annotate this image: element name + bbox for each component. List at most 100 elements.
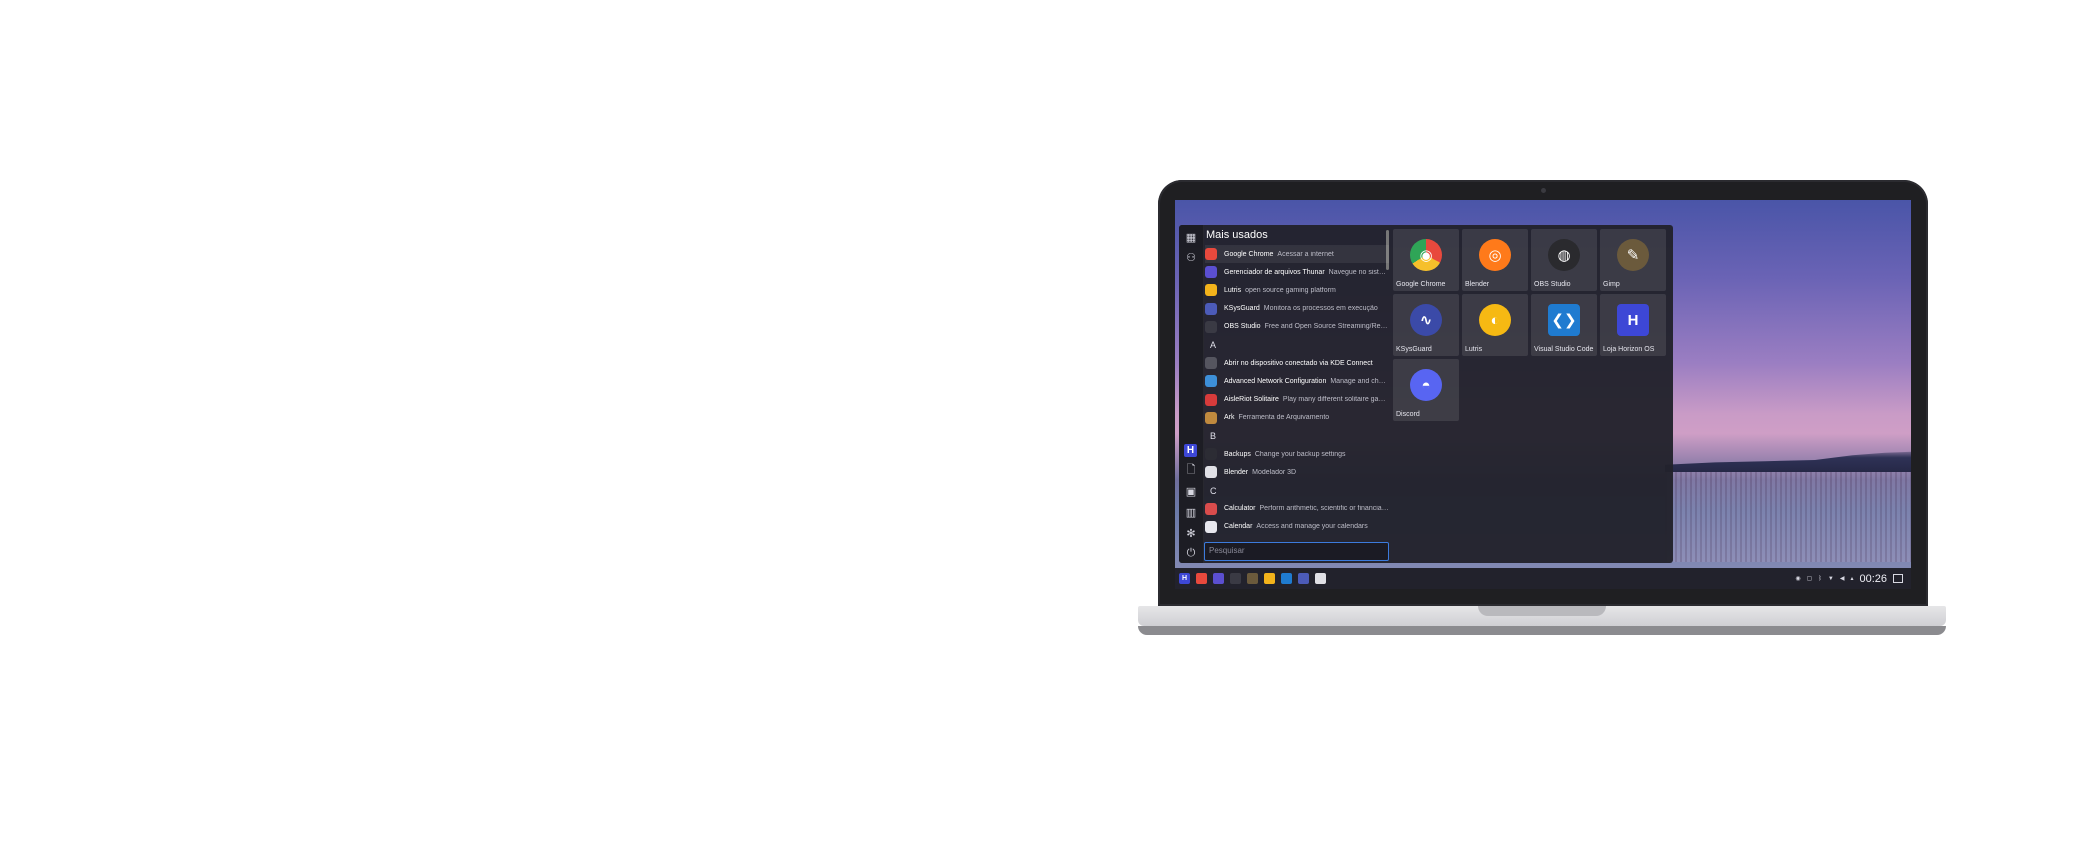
calendar-icon: [1205, 520, 1217, 533]
document-icon[interactable]: 🗋: [1183, 462, 1199, 478]
tile-label: Blender: [1465, 281, 1490, 288]
list-item-description: Ferramenta de Arquivamento: [1238, 414, 1330, 422]
tile-label: Discord: [1396, 411, 1420, 418]
tile-label: Gimp: [1603, 281, 1620, 288]
obs-icon: ◍: [1548, 239, 1580, 271]
camera-dot: [1541, 188, 1546, 193]
list-item[interactable]: Abrir no dispositivo conectado via KDE C…: [1205, 354, 1389, 372]
blender-icon: ◎: [1479, 239, 1511, 271]
gimp-icon: ✎: [1617, 239, 1649, 271]
chrome-icon[interactable]: [1196, 573, 1207, 584]
settings-icon[interactable]: ✻: [1183, 525, 1199, 541]
chart-icon[interactable]: ▥: [1183, 504, 1199, 520]
letter-header: C: [1210, 485, 1217, 496]
image-icon[interactable]: ▣: [1183, 483, 1199, 499]
app-tile[interactable]: ∿ KSysGuard: [1393, 294, 1459, 356]
list-item[interactable]: Calendar Access and manage your calendars: [1205, 518, 1389, 536]
app-tile[interactable]: ◐ Lutris: [1462, 294, 1528, 356]
list-item[interactable]: Lutris open source gaming platform: [1205, 281, 1389, 299]
app-tile[interactable]: ✎ Gimp: [1600, 229, 1666, 291]
tile-label: Loja Horizon OS: [1603, 346, 1655, 353]
list-item-description: Monitora os processos em execução: [1263, 305, 1378, 313]
backups-icon: [1205, 448, 1217, 461]
app-tile[interactable]: ◉ Google Chrome: [1393, 229, 1459, 291]
laptop-base-bottom: [1138, 626, 1946, 635]
ksysguard-icon: ∿: [1410, 304, 1442, 336]
letter-header: B: [1210, 430, 1217, 441]
app-tile[interactable]: ◎ Blender: [1462, 229, 1528, 291]
obs-icon: [1205, 320, 1217, 333]
blender-icon: [1205, 466, 1217, 479]
list-item[interactable]: OBS Studio Free and Open Source Streaming…: [1205, 318, 1389, 336]
list-item-name: Google Chrome: [1224, 250, 1274, 258]
list-item-name: Ark: [1224, 414, 1235, 422]
tile-label: Lutris: [1465, 346, 1483, 353]
vscode-icon[interactable]: [1281, 573, 1292, 584]
tile-label: KSysGuard: [1396, 346, 1432, 353]
list-item[interactable]: Blender Modelador 3D: [1205, 463, 1389, 481]
list-item-name: Blender: [1224, 468, 1249, 476]
list-item-description: Manage and change network connections: [1330, 377, 1389, 385]
list-item[interactable]: Backups Change your backup settings: [1205, 445, 1389, 463]
clipboard-icon[interactable]: ▢: [1807, 575, 1813, 582]
volume-icon[interactable]: ◀: [1840, 575, 1845, 582]
list-item[interactable]: Gerenciador de arquivos Thunar Navegue no…: [1205, 263, 1389, 281]
chrome-icon: [1205, 248, 1217, 261]
expand-icon[interactable]: ▴: [1850, 575, 1853, 582]
lutris-icon[interactable]: [1264, 573, 1275, 584]
kdeconnect-icon: [1205, 357, 1217, 370]
chrome-icon: ◉: [1410, 239, 1442, 271]
obs-icon[interactable]: [1230, 573, 1241, 584]
list-item-description: Access and manage your calendars: [1256, 523, 1368, 531]
section-title: Mais usados: [1206, 229, 1268, 241]
bluetooth-icon[interactable]: ᛒ: [1818, 576, 1822, 582]
people-icon[interactable]: ⚇: [1183, 249, 1199, 265]
list-item-name: AisleRiot Solitaire: [1224, 396, 1279, 404]
list-item-name: Calculator: [1224, 505, 1256, 513]
search-input[interactable]: Pesquisar: [1204, 542, 1389, 561]
list-item-description: Modelador 3D: [1252, 468, 1297, 476]
kdeconnect-icon[interactable]: [1315, 573, 1326, 584]
gimp-icon[interactable]: [1247, 573, 1258, 584]
laptop-base: [1138, 606, 1946, 626]
app-list: Google Chrome Acessar a internet Gerenciad…: [1205, 245, 1389, 536]
launcher-side-rail: ▦ ⚇ H 🗋 ▣ ▥ ✻ ⏻: [1179, 225, 1204, 563]
lutris-icon: ◐: [1479, 304, 1511, 336]
clock[interactable]: 00:26: [1859, 573, 1887, 585]
list-item[interactable]: Ark Ferramenta de Arquivamento: [1205, 409, 1389, 427]
wifi-icon[interactable]: ▼: [1828, 576, 1834, 582]
app-launcher: ▦ ⚇ H 🗋 ▣ ▥ ✻ ⏻ Mais usados Google Chrom…: [1179, 225, 1673, 563]
power-icon[interactable]: ⏻: [1183, 545, 1199, 561]
app-tile[interactable]: ◓ Discord: [1393, 359, 1459, 421]
apps-icon[interactable]: ▦: [1183, 229, 1199, 245]
tray-icons: ◉ ▢ ᛒ ▼ ◀ ▴: [1795, 575, 1853, 583]
list-item-name: Advanced Network Configuration: [1224, 377, 1327, 385]
app-tile[interactable]: H Loja Horizon OS: [1600, 294, 1666, 356]
laptop-screen: ▦ ⚇ H 🗋 ▣ ▥ ✻ ⏻ Mais usados Google Chrom…: [1175, 200, 1911, 589]
list-item[interactable]: KSysGuard Monitora os processos em execuç…: [1205, 300, 1389, 318]
list-item-name: KSysGuard: [1224, 305, 1260, 313]
tile-label: Visual Studio Code: [1534, 346, 1594, 353]
network-icon: [1205, 375, 1217, 388]
list-item-name: Calendar: [1224, 523, 1253, 531]
folder-icon: [1205, 266, 1217, 279]
horizon-logo-icon[interactable]: H: [1184, 444, 1197, 457]
list-item-name: Lutris: [1224, 286, 1242, 294]
list-item[interactable]: AisleRiot Solitaire Play many different s…: [1205, 391, 1389, 409]
list-item-name: Abrir no dispositivo conectado via KDE C…: [1224, 359, 1373, 367]
app-tile[interactable]: ❮❯ Visual Studio Code: [1531, 294, 1597, 356]
lutris-icon: [1205, 284, 1217, 297]
list-item-description: Perform arithmetic, scientific or financ…: [1259, 505, 1389, 513]
list-item[interactable]: Advanced Network Configuration Manage and…: [1205, 372, 1389, 390]
desktop-icon[interactable]: [1893, 574, 1903, 583]
horizon-logo-icon[interactable]: H: [1179, 573, 1190, 584]
app-tile[interactable]: ◍ OBS Studio: [1531, 229, 1597, 291]
tile-label: OBS Studio: [1534, 281, 1571, 288]
ksysguard-icon[interactable]: [1298, 573, 1309, 584]
folder-icon[interactable]: [1213, 573, 1224, 584]
list-item[interactable]: Calculator Perform arithmetic, scientific…: [1205, 500, 1389, 518]
network-icon[interactable]: ◉: [1795, 575, 1800, 582]
app-list-pane: Mais usados Google Chrome Acessar a inter…: [1203, 225, 1393, 563]
list-item-description: Free and Open Source Streaming/Recording: [1264, 323, 1389, 331]
list-item[interactable]: Google Chrome Acessar a internet: [1205, 245, 1389, 264]
